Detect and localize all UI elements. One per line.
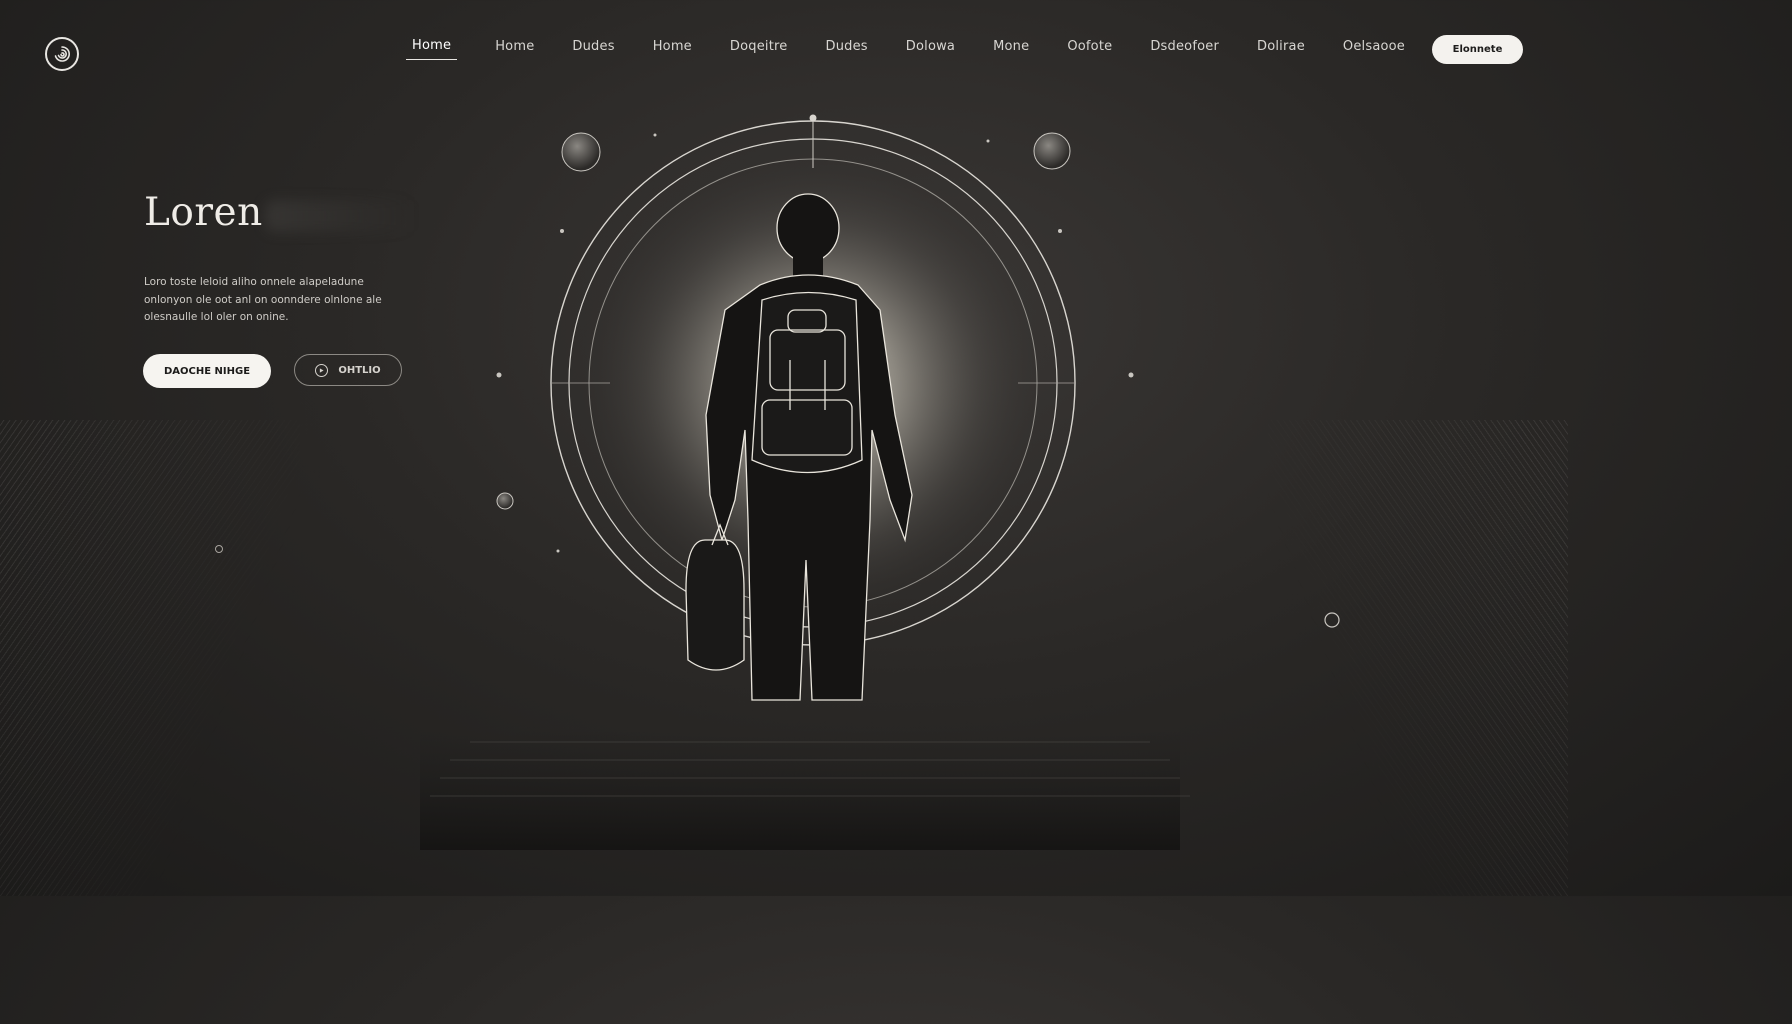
top-axis-dot <box>809 114 817 122</box>
right-texture-decoration <box>1268 420 1568 896</box>
play-icon <box>315 363 329 377</box>
nav-item-7[interactable]: Dolowa <box>906 39 955 60</box>
nav-item-12[interactable]: Oelsaooe <box>1343 39 1405 60</box>
planet-left <box>561 132 601 172</box>
planet-right <box>1033 132 1071 170</box>
hero-title: Loren <box>144 190 263 235</box>
primary-cta-button[interactable]: DAOCHE NIHGE <box>143 354 271 388</box>
left-texture-decoration <box>0 420 300 896</box>
main-navigation: Home Home Dudes Home Doqeitre Dudes Dolo… <box>406 36 1443 62</box>
header-cta-button[interactable]: Elonnete <box>1432 35 1523 64</box>
nav-item-home[interactable]: Home <box>406 38 458 60</box>
nav-item-9[interactable]: Oofote <box>1067 39 1112 60</box>
logo-glyph <box>54 46 70 62</box>
nav-item-5[interactable]: Doqeitre <box>730 39 788 60</box>
secondary-cta-button[interactable]: OHTLIO <box>294 354 402 386</box>
hero-description: Loro toste leloid aliho onnele alapeladu… <box>144 276 382 323</box>
nav-item-6[interactable]: Dudes <box>825 39 867 60</box>
nav-item-8[interactable]: Mone <box>993 39 1029 60</box>
nav-item-10[interactable]: Dsdeofoer <box>1150 39 1219 60</box>
nav-item-2[interactable]: Home <box>495 39 534 60</box>
title-fade-decoration <box>265 200 415 232</box>
nav-item-4[interactable]: Home <box>653 39 692 60</box>
nav-item-11[interactable]: Dolirae <box>1257 39 1305 60</box>
spiral-logo-icon[interactable] <box>45 37 79 71</box>
nav-item-3[interactable]: Dudes <box>572 39 614 60</box>
secondary-cta-label: OHTLIO <box>338 364 381 376</box>
